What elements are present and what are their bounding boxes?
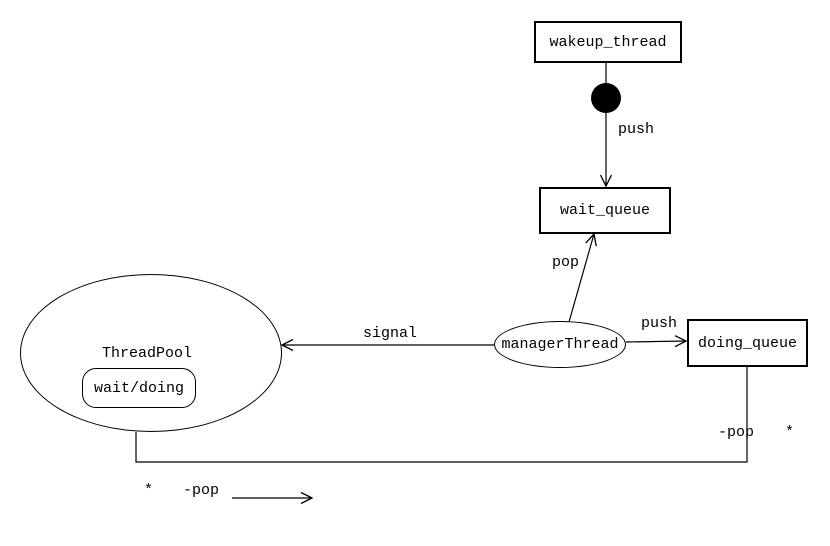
edges-layer	[0, 0, 830, 546]
node-manager-thread-label: managerThread	[501, 336, 618, 353]
edge-label-star-b: *	[144, 482, 153, 499]
edge-label-star-a: *	[785, 424, 794, 441]
node-solid-dot	[591, 83, 621, 113]
edge-label-pop-2b: -pop	[183, 482, 219, 499]
edge-label-pop-2a: -pop	[718, 424, 754, 441]
node-manager-thread: managerThread	[494, 321, 626, 368]
edge-label-pop-1: pop	[552, 254, 579, 271]
node-wakeup-thread-label: wakeup_thread	[549, 34, 666, 51]
edge-label-signal: signal	[363, 325, 417, 342]
node-doing-queue-label: doing_queue	[698, 335, 797, 352]
node-wait-doing-label: wait/doing	[94, 380, 184, 397]
edge-label-push-2: push	[641, 315, 677, 332]
node-doing-queue: doing_queue	[687, 319, 808, 367]
diagram-canvas: wakeup_thread wait_queue managerThread d…	[0, 0, 830, 546]
node-wait-doing: wait/doing	[82, 368, 196, 408]
edge-push-2	[626, 341, 686, 342]
node-wait-queue-label: wait_queue	[560, 202, 650, 219]
node-thread-pool-label: ThreadPool	[102, 345, 192, 362]
node-wakeup-thread: wakeup_thread	[534, 21, 682, 63]
edge-label-push-1: push	[618, 121, 654, 138]
node-wait-queue: wait_queue	[539, 187, 671, 234]
edge-pop-1	[569, 234, 594, 322]
